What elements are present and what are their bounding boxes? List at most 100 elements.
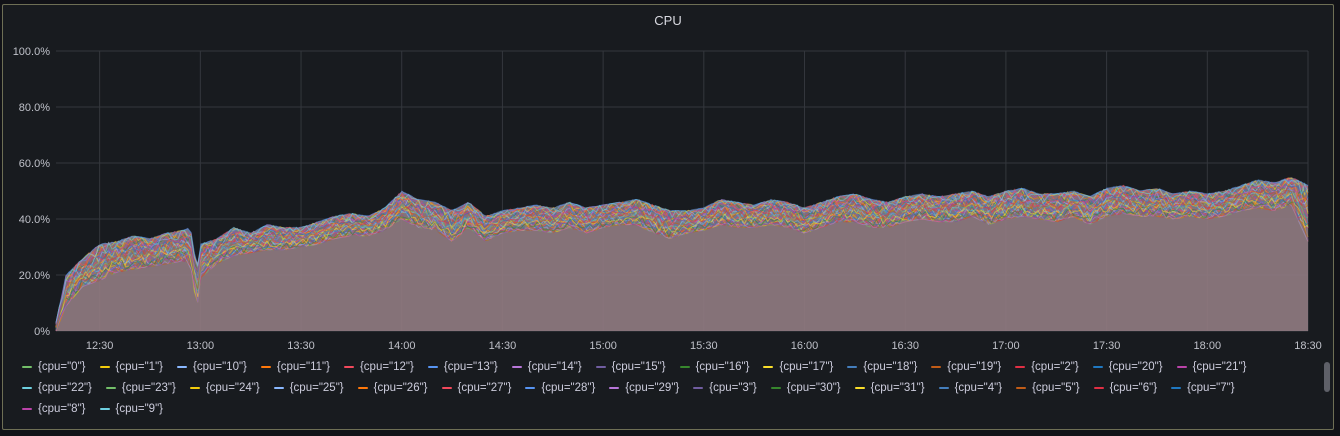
- legend-swatch: [931, 366, 942, 368]
- legend-label: {cpu="18"}: [863, 361, 918, 373]
- legend-item[interactable]: {cpu="26"}: [357, 379, 428, 397]
- legend-item[interactable]: {cpu="31"}: [854, 379, 925, 397]
- legend-label: {cpu="4"}: [954, 382, 1003, 394]
- legend-item[interactable]: {cpu="25"}: [273, 379, 344, 397]
- legend-item[interactable]: {cpu="18"}: [847, 358, 917, 376]
- x-tick-label: 13:30: [287, 340, 315, 352]
- legend-item[interactable]: {cpu="4"}: [938, 379, 1003, 397]
- legend-label: {cpu="14"}: [527, 361, 582, 373]
- legend-swatch: [99, 366, 110, 368]
- legend-label: {cpu="3"}: [709, 382, 757, 394]
- legend-swatch: [22, 387, 32, 389]
- legend-label: {cpu="27"}: [457, 382, 512, 394]
- legend-swatch: [854, 387, 865, 389]
- legend-label: {cpu="5"}: [1032, 382, 1080, 394]
- legend-item[interactable]: {cpu="8"}: [22, 400, 86, 418]
- legend-swatch: [441, 387, 452, 389]
- legend-item[interactable]: {cpu="30"}: [770, 379, 841, 397]
- legend-item[interactable]: {cpu="6"}: [1093, 379, 1158, 397]
- legend-item[interactable]: {cpu="14"}: [511, 358, 582, 376]
- legend-label: {cpu="21"}: [1192, 361, 1247, 373]
- legend-label: {cpu="28"}: [541, 382, 596, 394]
- legend-label: {cpu="20"}: [1108, 361, 1163, 373]
- legend-item[interactable]: {cpu="15"}: [595, 358, 666, 376]
- legend-item[interactable]: {cpu="2"}: [1015, 358, 1079, 376]
- legend-item[interactable]: {cpu="11"}: [260, 358, 330, 376]
- x-tick-label: 14:00: [388, 340, 416, 352]
- y-tick-label: 80.0%: [19, 102, 50, 114]
- legend-item[interactable]: {cpu="13"}: [427, 358, 498, 376]
- legend-swatch: [189, 387, 200, 389]
- x-tick-label: 13:00: [187, 340, 215, 352]
- legend-label: {cpu="24"}: [205, 382, 260, 394]
- legend-label: {cpu="9"}: [115, 403, 164, 415]
- x-tick-label: 15:30: [690, 340, 718, 352]
- legend-label: {cpu="25"}: [289, 382, 344, 394]
- legend-label: {cpu="19"}: [947, 361, 1002, 373]
- legend-item[interactable]: {cpu="21"}: [1176, 358, 1247, 376]
- legend-swatch: [1171, 387, 1182, 389]
- legend-item[interactable]: {cpu="3"}: [693, 379, 757, 397]
- x-tick-label: 16:00: [791, 340, 819, 352]
- legend-label: {cpu="1"}: [115, 361, 164, 373]
- legend-swatch: [177, 366, 187, 368]
- x-tick-label: 14:30: [489, 340, 517, 352]
- legend-swatch: [99, 408, 110, 410]
- legend-item[interactable]: {cpu="7"}: [1171, 379, 1235, 397]
- legend-item[interactable]: {cpu="20"}: [1092, 358, 1163, 376]
- y-tick-label: 60.0%: [19, 158, 50, 170]
- x-tick-label: 16:30: [891, 340, 919, 352]
- legend-label: {cpu="30"}: [786, 382, 841, 394]
- legend-swatch: [525, 387, 536, 389]
- legend-label: {cpu="22"}: [38, 382, 92, 394]
- legend-item[interactable]: {cpu="24"}: [189, 379, 260, 397]
- chart-legend: {cpu="0"} {cpu="1"} {cpu="10"} {cpu="11"} {c…: [22, 358, 1284, 418]
- legend-swatch: [1092, 366, 1103, 368]
- legend-label: {cpu="13"}: [443, 361, 498, 373]
- legend-label: {cpu="15"}: [611, 361, 666, 373]
- legend-label: {cpu="16"}: [695, 361, 750, 373]
- legend-label: {cpu="6"}: [1109, 382, 1158, 394]
- legend-item[interactable]: {cpu="23"}: [105, 379, 176, 397]
- legend-item[interactable]: {cpu="19"}: [931, 358, 1001, 376]
- legend-item[interactable]: {cpu="10"}: [177, 358, 247, 376]
- x-tick-label: 15:00: [589, 340, 617, 352]
- legend-item[interactable]: {cpu="0"}: [22, 358, 86, 376]
- x-tick-label: 17:30: [1093, 340, 1121, 352]
- legend-swatch: [693, 387, 704, 389]
- legend-item[interactable]: {cpu="27"}: [441, 379, 512, 397]
- legend-item[interactable]: {cpu="29"}: [609, 379, 679, 397]
- legend-item[interactable]: {cpu="5"}: [1016, 379, 1080, 397]
- legend-swatch: [1176, 366, 1187, 368]
- legend-swatch: [105, 387, 116, 389]
- x-tick-label: 12:30: [86, 340, 114, 352]
- legend-swatch: [273, 387, 284, 389]
- legend-label: {cpu="26"}: [373, 382, 428, 394]
- legend-swatch: [679, 366, 690, 368]
- legend-swatch: [609, 387, 620, 389]
- x-tick-label: 18:30: [1294, 340, 1322, 352]
- legend-scrollbar[interactable]: [1324, 362, 1330, 392]
- y-tick-label: 0%: [34, 326, 50, 338]
- legend-swatch: [763, 366, 774, 368]
- legend-swatch: [22, 408, 32, 410]
- legend-item[interactable]: {cpu="9"}: [99, 400, 164, 418]
- legend-item[interactable]: {cpu="22"}: [22, 379, 92, 397]
- legend-item[interactable]: {cpu="1"}: [99, 358, 164, 376]
- legend-swatch: [22, 366, 32, 368]
- legend-swatch: [260, 366, 271, 368]
- legend-swatch: [770, 387, 781, 389]
- legend-label: {cpu="8"}: [38, 403, 86, 415]
- legend-swatch: [511, 366, 522, 368]
- y-tick-label: 20.0%: [19, 270, 50, 282]
- legend-label: {cpu="23"}: [121, 382, 176, 394]
- legend-item[interactable]: {cpu="16"}: [679, 358, 750, 376]
- legend-item[interactable]: {cpu="28"}: [525, 379, 595, 397]
- x-tick-label: 18:00: [1194, 340, 1222, 352]
- legend-item[interactable]: {cpu="12"}: [343, 358, 414, 376]
- legend-label: {cpu="31"}: [870, 382, 925, 394]
- legend-swatch: [595, 366, 606, 368]
- legend-label: {cpu="2"}: [1031, 361, 1079, 373]
- legend-swatch: [938, 387, 949, 389]
- legend-item[interactable]: {cpu="17"}: [763, 358, 833, 376]
